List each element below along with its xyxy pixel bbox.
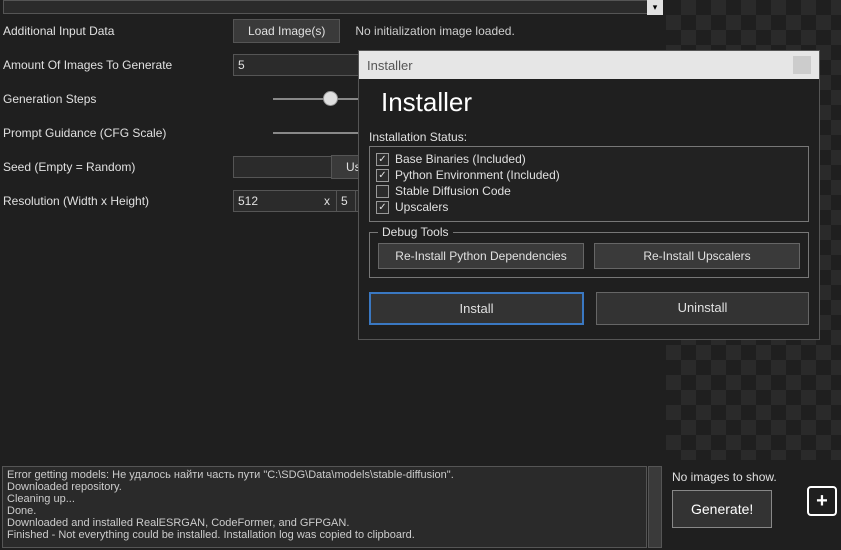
no-images-note: No images to show. xyxy=(672,470,835,484)
log-line: Cleaning up... xyxy=(7,493,642,505)
log-scrollbar[interactable] xyxy=(648,466,662,548)
install-status-box: ✓ Base Binaries (Included) ✓ Python Envi… xyxy=(369,146,809,222)
resolution-height-input[interactable] xyxy=(336,190,356,212)
chevron-down-icon[interactable]: ▾ xyxy=(647,0,663,15)
status-item[interactable]: ✓ Upscalers xyxy=(376,199,802,215)
additional-input-label: Additional Input Data xyxy=(3,24,233,38)
debug-tools-fieldset: Debug Tools Re-Install Python Dependenci… xyxy=(369,232,809,278)
generate-button[interactable]: Generate! xyxy=(672,490,772,528)
amount-images-label: Amount Of Images To Generate xyxy=(3,58,233,72)
log-line: Downloaded and installed RealESRGAN, Cod… xyxy=(7,517,642,529)
gen-steps-label: Generation Steps xyxy=(3,92,233,106)
log-line: Finished - Not everything could be insta… xyxy=(7,529,642,541)
amount-images-stepper[interactable]: ▲ ▼ xyxy=(233,54,333,76)
add-icon[interactable]: + xyxy=(807,486,837,516)
resolution-height-select[interactable] xyxy=(336,190,356,212)
reinstall-upscalers-button[interactable]: Re-Install Upscalers xyxy=(594,243,800,269)
close-icon[interactable] xyxy=(793,56,811,74)
status-item[interactable]: ✓ Base Binaries (Included) xyxy=(376,151,802,167)
load-images-button[interactable]: Load Image(s) xyxy=(233,19,340,43)
log-line: Downloaded repository. xyxy=(7,481,642,493)
checkbox-icon[interactable] xyxy=(376,185,389,198)
uninstall-button[interactable]: Uninstall xyxy=(596,292,809,325)
install-button[interactable]: Install xyxy=(369,292,584,325)
prompt-field[interactable]: ▾ xyxy=(3,0,663,14)
generate-panel: No images to show. Generate! + xyxy=(666,466,841,548)
resolution-label: Resolution (Width x Height) xyxy=(3,194,233,208)
installer-titlebar[interactable]: Installer xyxy=(359,51,819,79)
installer-dialog: Installer Installer Installation Status:… xyxy=(358,50,820,340)
installer-window-title: Installer xyxy=(367,58,413,73)
resolution-separator: x xyxy=(324,194,330,208)
resolution-width-select[interactable]: ▾ xyxy=(233,190,318,212)
seed-field[interactable]: ▾ xyxy=(233,156,323,178)
debug-tools-legend: Debug Tools xyxy=(378,225,453,239)
no-init-note: No initialization image loaded. xyxy=(355,24,514,38)
log-output[interactable]: Error getting models: Не удалось найти ч… xyxy=(2,466,647,548)
status-item[interactable]: ✓ Python Environment (Included) xyxy=(376,167,802,183)
installer-heading: Installer xyxy=(381,87,809,118)
checkbox-icon[interactable]: ✓ xyxy=(376,153,389,166)
cfg-scale-label: Prompt Guidance (CFG Scale) xyxy=(3,126,233,140)
checkbox-icon[interactable]: ✓ xyxy=(376,169,389,182)
checkbox-icon[interactable]: ✓ xyxy=(376,201,389,214)
status-item-label: Stable Diffusion Code xyxy=(395,184,511,198)
status-item-label: Upscalers xyxy=(395,200,448,214)
log-line: Done. xyxy=(7,505,642,517)
seed-label: Seed (Empty = Random) xyxy=(3,160,233,174)
status-item[interactable]: Stable Diffusion Code xyxy=(376,183,802,199)
log-line: Error getting models: Не удалось найти ч… xyxy=(7,469,642,481)
status-item-label: Python Environment (Included) xyxy=(395,168,560,182)
reinstall-python-button[interactable]: Re-Install Python Dependencies xyxy=(378,243,584,269)
install-status-label: Installation Status: xyxy=(369,130,809,144)
status-item-label: Base Binaries (Included) xyxy=(395,152,526,166)
